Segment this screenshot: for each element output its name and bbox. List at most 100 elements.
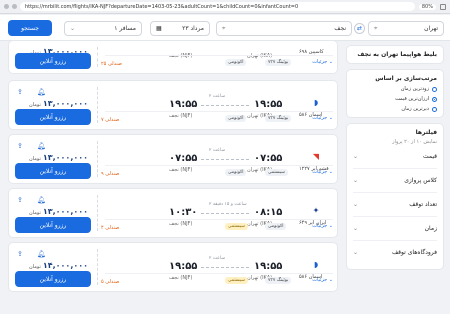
filter-price[interactable]: ⌄ قیمت xyxy=(353,145,437,169)
bell-icon[interactable]: 🔔︎ xyxy=(37,250,46,258)
location-pin-icon: ⌖ xyxy=(222,24,226,32)
sort-option-earliest[interactable]: زودترین زمان xyxy=(353,86,437,92)
sort-option-cheapest[interactable]: ارزان‌ترین قیمت xyxy=(353,96,437,102)
destination-field[interactable]: ⌖ نجف xyxy=(216,21,352,36)
details-link[interactable]: جزئیات ⌄ xyxy=(312,223,333,229)
departure-time: ۱۹:۵۵ xyxy=(254,99,283,110)
flight-duration: ۲ ساعت xyxy=(209,148,226,153)
filters-title: فیلترها xyxy=(415,129,437,136)
flight-type-badge: سیستمی xyxy=(225,223,248,230)
details-label: جزئیات xyxy=(312,115,328,121)
reload-icon[interactable] xyxy=(12,4,17,9)
route-line xyxy=(201,267,249,268)
sort-title: مرتب‌سازی بر اساس xyxy=(375,75,437,82)
filter-time[interactable]: ⌄ زمان xyxy=(353,217,437,241)
flight-card[interactable]: ⇪ 🔔︎ ۱۳,۰۰۰,۰۰۰تومان رزرو آنلاین ۲۵ صندل… xyxy=(8,40,338,74)
details-link[interactable]: جزئیات ⌄ xyxy=(312,115,333,121)
arrival-time: ۱۰:۳۰ xyxy=(169,207,198,218)
chevron-down-icon: ⌄ xyxy=(353,177,359,184)
filter-label: زمان xyxy=(424,225,437,232)
card-footer: اکونومی بوئینگ ۷۳۷ جزئیات ⌄ xyxy=(105,111,333,125)
aircraft-badge: بوئینگ ۷۳۷ xyxy=(265,277,292,284)
price-column: ⇪ 🔔︎ ۱۳,۰۰۰,۰۰۰تومان رزرو آنلاین xyxy=(15,135,91,183)
passengers-field[interactable]: ⌄ ۱ مسافر xyxy=(64,21,142,36)
card-actions: ⇪ 🔔︎ xyxy=(17,196,46,204)
flight-duration: ۲ ساعت و ۱۵ دقیقه xyxy=(209,202,247,207)
address-bar[interactable]: https://mrbilit.com/flights/IKA-NJF?depa… xyxy=(20,2,415,11)
flight-card[interactable]: ⇪ 🔔︎ ۱۳,۰۰۰,۰۰۰تومان رزرو آنلاین ۴ صندلی… xyxy=(8,188,338,238)
price: ۱۴,۰۰۰,۰۰۰تومان xyxy=(29,261,88,270)
date-field[interactable]: ▦ ۲۳ مرداد xyxy=(150,21,210,36)
price-column: ⇪ 🔔︎ ۱۳,۰۰۰,۰۰۰تومان رزرو آنلاین xyxy=(15,41,91,73)
arrival-time: ۰۷:۵۵ xyxy=(169,153,198,164)
price-value: ۱۳,۰۰۰,۰۰۰ xyxy=(42,99,88,108)
book-online-button[interactable]: رزرو آنلاین xyxy=(15,217,91,233)
aircraft-badge: بوئینگ ۷۳۷ xyxy=(265,115,292,122)
swap-icon[interactable]: ⇄ xyxy=(354,23,365,34)
back-icon[interactable] xyxy=(4,4,9,9)
airline-logo-icon: ✦ xyxy=(312,205,320,215)
card-divider xyxy=(97,195,98,231)
route-title: بلیط هواپیما تهران به نجف xyxy=(357,51,437,58)
details-link[interactable]: جزئیات ⌄ xyxy=(312,59,333,65)
card-divider xyxy=(97,249,98,285)
details-link[interactable]: جزئیات ⌄ xyxy=(312,277,333,283)
sort-option-label: ارزان‌ترین قیمت xyxy=(395,96,429,102)
flight-type-badge: اکونومی xyxy=(225,115,247,122)
chevron-down-icon: ⌄ xyxy=(353,225,359,232)
search-button[interactable]: جستجو xyxy=(8,20,52,36)
route-panel: بلیط هواپیما تهران به نجف xyxy=(346,45,444,64)
filter-stop-airports[interactable]: ⌄ فرودگاه‌های توقف xyxy=(353,241,437,264)
share-icon[interactable]: ⇪ xyxy=(17,142,23,150)
route-line xyxy=(201,105,249,106)
flight-card[interactable]: ⇪ 🔔︎ ۱۳,۰۰۰,۰۰۰تومان رزرو آنلاین ۷ صندلی… xyxy=(8,80,338,130)
sort-option-label: زودترین زمان xyxy=(400,86,429,92)
chevron-down-icon: ⌄ xyxy=(353,201,359,208)
flight-card[interactable]: ⇪ 🔔︎ ۱۴,۰۰۰,۰۰۰تومان رزرو آنلاین ۵ صندلی… xyxy=(8,242,338,292)
zoom-indicator[interactable]: 80% xyxy=(418,3,436,10)
filter-label: فرودگاه‌های توقف xyxy=(391,249,437,256)
book-online-button[interactable]: رزرو آنلاین xyxy=(15,109,91,125)
price-value: ۱۳,۰۰۰,۰۰۰ xyxy=(42,153,88,162)
book-online-button[interactable]: رزرو آنلاین xyxy=(15,271,91,287)
currency: تومان xyxy=(29,156,41,162)
origin-value: تهران xyxy=(424,25,438,32)
share-icon[interactable]: ⇪ xyxy=(17,88,23,96)
flight-duration: ۲ ساعت xyxy=(209,94,226,99)
flight-type-badge: سیستمی xyxy=(225,277,248,284)
destination-value: نجف xyxy=(334,25,346,32)
book-online-button[interactable]: رزرو آنلاین xyxy=(15,163,91,179)
card-actions: ⇪ 🔔︎ xyxy=(17,250,46,258)
sort-option-latest[interactable]: دیرترین زمان xyxy=(353,106,437,112)
browser-toolbar: https://mrbilit.com/flights/IKA-NJF?depa… xyxy=(0,0,450,14)
sort-option-label: دیرترین زمان xyxy=(401,106,429,112)
flight-card[interactable]: ⇪ 🔔︎ ۱۳,۰۰۰,۰۰۰تومان رزرو آنلاین ۹ صندلی… xyxy=(8,134,338,184)
card-footer: اکونومی بوئینگ ۷۳۷ جزئیات ⌄ xyxy=(105,55,333,69)
origin-field[interactable]: ⌖ تهران xyxy=(368,21,444,36)
currency: تومان xyxy=(29,210,41,216)
share-icon[interactable]: ⇪ xyxy=(17,250,23,258)
bell-icon[interactable]: 🔔︎ xyxy=(37,88,46,96)
details-link[interactable]: جزئیات ⌄ xyxy=(312,169,333,175)
bell-icon[interactable]: 🔔︎ xyxy=(37,196,46,204)
card-actions: ⇪ 🔔︎ xyxy=(17,142,46,150)
departure-time: ۱۹:۵۵ xyxy=(254,261,283,272)
bell-icon[interactable]: 🔔︎ xyxy=(37,142,46,150)
aircraft-badge: سیستمی xyxy=(265,169,288,176)
flight-type-badge: اکونومی xyxy=(225,169,247,176)
route-line xyxy=(201,159,249,160)
price-value: ۱۳,۰۰۰,۰۰۰ xyxy=(42,207,88,216)
filter-class[interactable]: ⌄ کلاس پروازی xyxy=(353,169,437,193)
price-column: ⇪ 🔔︎ ۱۳,۰۰۰,۰۰۰تومان رزرو آنلاین xyxy=(15,189,91,237)
bookmark-icon[interactable] xyxy=(440,3,446,10)
details-label: جزئیات xyxy=(312,59,328,65)
currency: تومان xyxy=(29,102,41,108)
filter-stops[interactable]: ⌄ تعداد توقف xyxy=(353,193,437,217)
price: ۱۳,۰۰۰,۰۰۰تومان xyxy=(29,207,88,216)
price: ۱۳,۰۰۰,۰۰۰تومان xyxy=(29,153,88,162)
route-line xyxy=(201,213,249,214)
share-icon[interactable]: ⇪ xyxy=(17,196,23,204)
book-online-button[interactable]: رزرو آنلاین xyxy=(15,53,91,69)
chevron-down-icon: ⌄ xyxy=(353,153,359,160)
card-divider xyxy=(97,141,98,177)
